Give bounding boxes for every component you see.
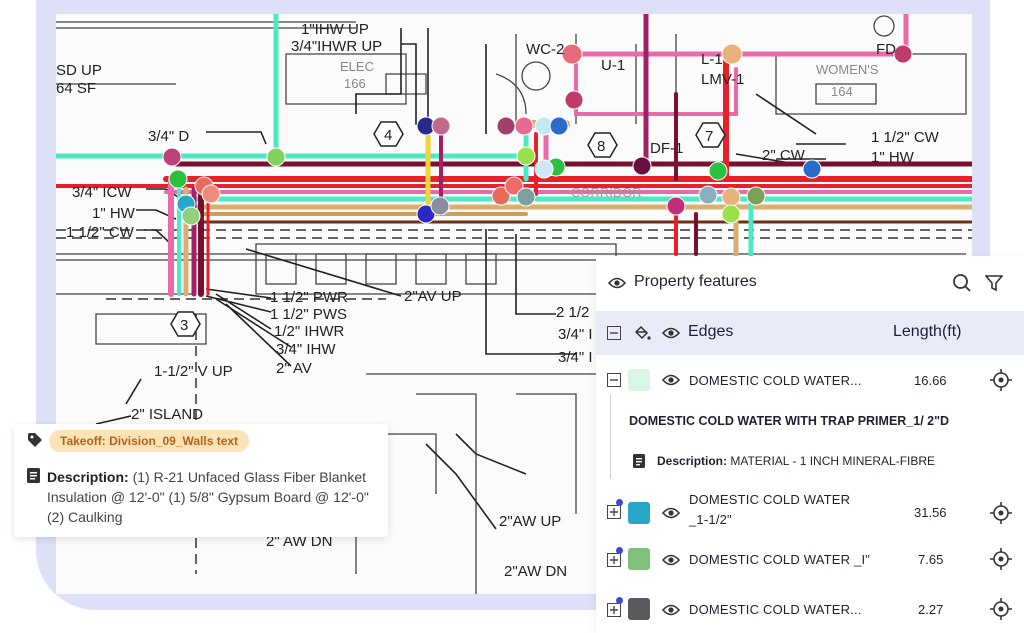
drawing-label: 1 1/2" PWR — [270, 289, 348, 306]
drawing-label: ELEC — [340, 59, 374, 74]
drawing-label: 1 1/2" CW — [871, 129, 940, 146]
filter-icon[interactable] — [985, 274, 1003, 292]
drawing-label: WOMEN'S — [816, 62, 879, 77]
color-swatch[interactable] — [628, 502, 650, 524]
edge-row[interactable]: DOMESTIC COLD WATER _1-1/2" 31.56 — [596, 492, 1024, 532]
locate-icon[interactable] — [990, 502, 1012, 524]
edge-name: DOMESTIC COLD WATER _I" — [689, 552, 871, 567]
drawing-label: U-1 — [601, 57, 625, 74]
document-icon — [633, 454, 645, 468]
edges-header-row: Edges Length(ft) — [596, 311, 1024, 355]
drawing-label: 1 1/2" CW — [66, 224, 135, 241]
property-features-panel: Property features Edges Length(ft) DOMES… — [596, 256, 1024, 633]
takeoff-tooltip: Takeoff: Division_09_Walls text Descript… — [14, 424, 388, 537]
takeoff-tag: Takeoff: Division_09_Walls text — [49, 430, 250, 452]
length-header: Length(ft) — [893, 323, 962, 340]
drawing-label: L-1 — [701, 51, 723, 68]
drawing-label: 8 — [597, 138, 605, 155]
edge-name: DOMESTIC COLD WATER... — [689, 602, 862, 617]
drawing-label: 3/4" D — [148, 128, 189, 145]
drawing-label: 2"AW UP — [499, 513, 561, 530]
drawing-label: 64 SF — [56, 80, 96, 97]
drawing-label: FD — [876, 41, 896, 58]
edge-row[interactable]: DOMESTIC COLD WATER... 16.66 — [596, 366, 1024, 394]
edge-length: 31.56 — [914, 505, 947, 520]
edge-length: 16.66 — [914, 373, 947, 388]
paint-bucket-icon[interactable] — [633, 324, 651, 342]
search-icon[interactable] — [952, 273, 972, 293]
edge-name: DOMESTIC COLD WATER... — [689, 373, 862, 388]
drawing-label: DF-1 — [650, 140, 683, 157]
drawing-label: 2 1/2 — [556, 304, 589, 321]
edge-row[interactable]: DOMESTIC COLD WATER _I" 7.65 — [596, 546, 1024, 574]
drawing-label: 3 — [180, 317, 188, 334]
drawing-label: 3/4"IHWR UP — [291, 38, 382, 55]
drawing-label: 2"AV UP — [404, 288, 462, 305]
drawing-label: 7 — [705, 128, 713, 145]
drawing-label: 2" ISLAND — [131, 406, 203, 423]
edge-name-line2: _1-1/2" — [689, 512, 732, 527]
drawing-label: 166 — [344, 76, 366, 91]
locate-icon[interactable] — [990, 369, 1012, 391]
edge-name: DOMESTIC COLD WATER — [689, 492, 851, 507]
drawing-label: 1" HW — [92, 205, 136, 222]
drawing-label: CORRIDOR — [571, 185, 642, 200]
color-swatch[interactable] — [628, 548, 650, 570]
notification-dot-icon — [616, 547, 623, 554]
eye-icon[interactable] — [662, 506, 680, 520]
takeoff-description: Description: (1) R-21 Unfaced Glass Fibe… — [47, 467, 377, 527]
eye-icon[interactable] — [662, 553, 680, 567]
drawing-label: 2"AW DN — [504, 563, 567, 580]
drawing-label: 164 — [831, 84, 853, 99]
drawing-label: 2" CW — [762, 147, 806, 164]
drawing-label: 3/4" I — [558, 326, 593, 343]
drawing-label: 3/4" ICW — [72, 184, 132, 201]
drawing-label: 1 1/2" PWS — [270, 306, 347, 323]
eye-icon[interactable] — [662, 373, 680, 387]
description-value: MATERIAL - 1 INCH MINERAL-FIBRE — [730, 454, 936, 468]
notification-dot-icon — [616, 597, 623, 604]
drawing-label: 4 — [384, 127, 392, 144]
pipe-runs — [56, 14, 972, 297]
drawing-label: WC-2 — [526, 41, 564, 58]
collapse-icon[interactable] — [607, 326, 621, 340]
description-label: Description: — [47, 469, 129, 485]
edge-length: 2.27 — [918, 602, 944, 617]
tree-line — [610, 394, 611, 479]
locate-icon[interactable] — [990, 548, 1012, 570]
drawing-label: 1"IHW UP — [301, 21, 369, 38]
expand-icon[interactable] — [607, 603, 621, 617]
expand-icon[interactable] — [607, 505, 621, 519]
edge-detail-title: DOMESTIC COLD WATER WITH TRAP PRIMER_1/ … — [629, 414, 950, 428]
notification-dot-icon — [616, 499, 623, 506]
drawing-label: 3/4" IHW — [276, 341, 336, 358]
drawing-label: 1" HW — [871, 149, 915, 166]
color-swatch[interactable] — [628, 369, 650, 391]
locate-icon[interactable] — [990, 598, 1012, 620]
drawing-label: SD UP — [56, 62, 102, 79]
document-icon — [27, 468, 40, 483]
expand-icon[interactable] — [607, 553, 621, 567]
drawing-label: LMV-1 — [701, 71, 744, 88]
edges-label: Edges — [688, 323, 734, 340]
eye-icon[interactable] — [608, 276, 626, 290]
eye-icon[interactable] — [662, 603, 680, 617]
edge-length: 7.65 — [918, 552, 944, 567]
eye-icon[interactable] — [662, 326, 680, 340]
panel-title: Property features — [634, 273, 757, 290]
description-label: Description: — [657, 454, 728, 468]
collapse-icon[interactable] — [607, 373, 621, 387]
panel-header: Property features — [596, 256, 1024, 310]
edge-detail-description: Description: MATERIAL - 1 INCH MINERAL-F… — [657, 454, 935, 468]
tag-icon — [28, 433, 42, 447]
drawing-label: 2" AV — [276, 360, 312, 377]
edge-row[interactable]: DOMESTIC COLD WATER... 2.27 — [596, 596, 1024, 624]
drawing-label: 1-1/2" V UP — [154, 363, 233, 380]
drawing-label: 3/4" I — [558, 349, 593, 366]
drawing-label: 1/2" IHWR — [274, 323, 345, 340]
color-swatch[interactable] — [628, 598, 650, 620]
